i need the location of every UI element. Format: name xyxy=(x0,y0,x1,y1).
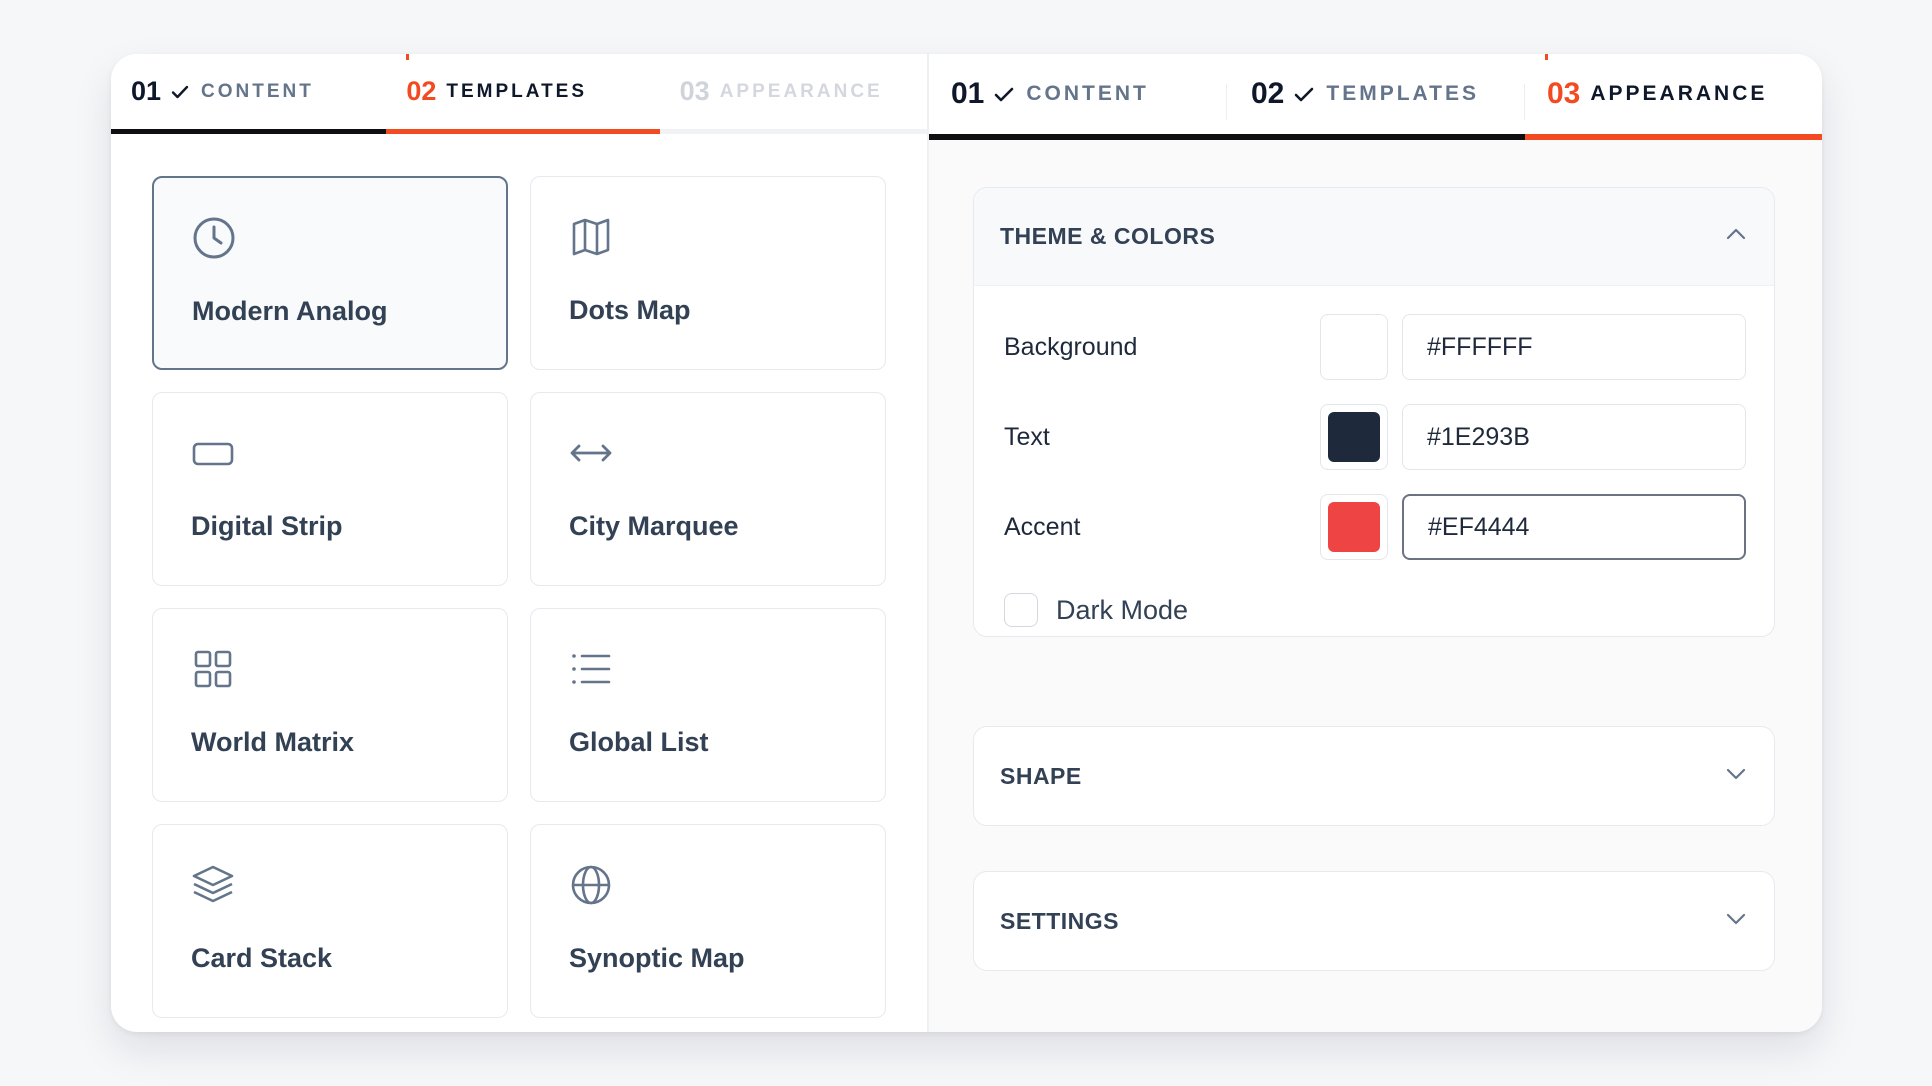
map-icon xyxy=(569,215,613,259)
chevron-down-icon xyxy=(1724,767,1748,786)
appearance-pane: 01 CONTENT 02 TEMPLATES 03 APPEARANCE TH… xyxy=(929,54,1822,1032)
swatch-fill xyxy=(1328,412,1380,462)
tab-label: APPEARANCE xyxy=(1590,82,1768,105)
template-name: Global List xyxy=(569,727,709,757)
theme-colors-body: Background #FFFFFF Text #1E293B Accent #… xyxy=(974,286,1774,636)
color-row-background: Background #FFFFFF xyxy=(1004,314,1746,380)
template-name: Modern Analog xyxy=(192,296,388,326)
tab-label: CONTENT xyxy=(201,80,314,102)
template-name: Synoptic Map xyxy=(569,943,745,973)
shape-section: SHAPE xyxy=(973,726,1775,826)
tab-number: 03 xyxy=(679,76,710,106)
swatch-fill xyxy=(1328,502,1380,552)
dark-mode-checkbox[interactable] xyxy=(1004,593,1038,627)
section-title: SHAPE xyxy=(1000,762,1082,789)
color-row-accent: Accent #EF4444 xyxy=(1004,494,1746,560)
tab-number: 02 xyxy=(406,76,437,106)
tab-divider xyxy=(1226,84,1227,120)
tab-templates[interactable]: 02 TEMPLATES xyxy=(1227,54,1525,140)
tab-number: 02 xyxy=(1251,77,1285,110)
editor-card: 01 CONTENT 02 TEMPLATES 03 APPEARANCE Mo… xyxy=(111,54,1822,1032)
step-tabs: 01 CONTENT 02 TEMPLATES 03 APPEARANCE xyxy=(111,54,927,134)
template-name: City Marquee xyxy=(569,511,739,541)
tab-label: APPEARANCE xyxy=(719,80,883,102)
template-card-dots-map[interactable]: Dots Map xyxy=(530,176,886,370)
template-name: Dots Map xyxy=(569,295,691,325)
template-card-world-matrix[interactable]: World Matrix xyxy=(152,608,508,802)
background-color-swatch[interactable] xyxy=(1320,314,1388,380)
accent-color-swatch[interactable] xyxy=(1320,494,1388,560)
arrows-horizontal-icon xyxy=(569,431,613,475)
tab-label: TEMPLATES xyxy=(1326,82,1479,105)
chevron-down-icon xyxy=(1724,912,1748,931)
template-card-synoptic-map[interactable]: Synoptic Map xyxy=(530,824,886,1018)
template-card-modern-analog[interactable]: Modern Analog xyxy=(152,176,508,370)
text-hex-input[interactable]: #1E293B xyxy=(1402,404,1746,470)
clock-icon xyxy=(192,216,236,260)
template-card-card-stack[interactable]: Card Stack xyxy=(152,824,508,1018)
swatch-fill xyxy=(1328,322,1380,372)
section-title: THEME & COLORS xyxy=(1000,223,1216,249)
tab-appearance[interactable]: 03 APPEARANCE xyxy=(1525,54,1822,140)
tab-divider xyxy=(1524,84,1525,120)
dark-mode-label[interactable]: Dark Mode xyxy=(1056,595,1188,626)
color-label: Text xyxy=(1004,422,1050,451)
tab-content[interactable]: 01 CONTENT xyxy=(111,54,387,134)
shape-header[interactable]: SHAPE xyxy=(974,727,1774,825)
template-name: Digital Strip xyxy=(191,511,343,541)
tab-number: 03 xyxy=(1547,77,1581,110)
template-card-digital-strip[interactable]: Digital Strip xyxy=(152,392,508,586)
template-card-city-marquee[interactable]: City Marquee xyxy=(530,392,886,586)
layers-icon xyxy=(191,863,235,907)
tab-number: 01 xyxy=(131,76,162,106)
template-name: Card Stack xyxy=(191,943,333,973)
template-grid: Modern Analog Dots Map Digital Strip Cit… xyxy=(152,176,886,1018)
rectangle-icon xyxy=(191,431,235,475)
globe-icon xyxy=(569,863,613,907)
tab-appearance[interactable]: 03 APPEARANCE xyxy=(659,54,927,134)
template-card-global-list[interactable]: Global List xyxy=(530,608,886,802)
check-icon xyxy=(1294,86,1314,103)
theme-colors-section: THEME & COLORS Background #FFFFFF Text #… xyxy=(973,187,1775,637)
accent-hex-input[interactable]: #EF4444 xyxy=(1402,494,1746,560)
templates-pane: 01 CONTENT 02 TEMPLATES 03 APPEARANCE Mo… xyxy=(111,54,929,1032)
dark-mode-row: Dark Mode xyxy=(1004,584,1746,636)
tab-label: TEMPLATES xyxy=(446,80,588,102)
background-hex-input[interactable]: #FFFFFF xyxy=(1402,314,1746,380)
section-title: SETTINGS xyxy=(1000,907,1120,934)
settings-header[interactable]: SETTINGS xyxy=(974,872,1774,970)
text-color-swatch[interactable] xyxy=(1320,404,1388,470)
tab-content[interactable]: 01 CONTENT xyxy=(929,54,1227,140)
color-row-text: Text #1E293B xyxy=(1004,404,1746,470)
tab-templates[interactable]: 02 TEMPLATES xyxy=(386,54,660,134)
settings-section: SETTINGS xyxy=(973,871,1775,971)
list-icon xyxy=(569,647,613,691)
grid-icon xyxy=(191,647,235,691)
color-label: Accent xyxy=(1004,512,1081,541)
check-icon xyxy=(994,86,1014,103)
tab-number: 01 xyxy=(951,77,985,110)
check-icon xyxy=(171,84,189,100)
template-name: World Matrix xyxy=(191,727,355,757)
theme-colors-header[interactable]: THEME & COLORS xyxy=(974,188,1774,286)
tab-label: CONTENT xyxy=(1026,82,1149,105)
step-tabs: 01 CONTENT 02 TEMPLATES 03 APPEARANCE xyxy=(929,54,1822,140)
color-label: Background xyxy=(1004,332,1138,361)
chevron-up-icon xyxy=(1724,227,1748,246)
